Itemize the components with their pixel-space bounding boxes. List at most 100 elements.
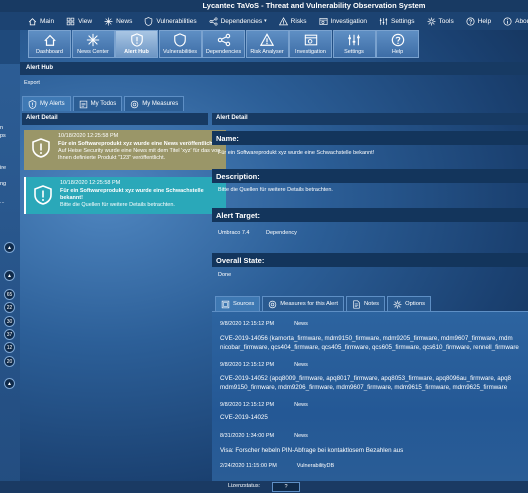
tab-my-todos[interactable]: My Todos xyxy=(72,96,123,111)
investigation-icon xyxy=(319,17,328,25)
menu-item-view[interactable]: View xyxy=(66,17,92,26)
ribbon-investigation-button[interactable]: Investigation xyxy=(289,30,332,58)
ribbon-vulnerabilities-button[interactable]: Vulnerabilities xyxy=(158,30,202,58)
target-name[interactable]: Umbraco 7.4 xyxy=(218,230,250,236)
target-section-header: Alert Target: xyxy=(212,208,528,222)
ribbon-news-center-button[interactable]: News Center xyxy=(71,30,115,58)
alert-icon xyxy=(28,99,37,109)
home-icon xyxy=(28,17,37,25)
alert-card-selected[interactable]: 10/18/2020 12:25:58 PM Für ein Softwarep… xyxy=(24,177,226,214)
todo-icon xyxy=(79,100,87,108)
main-menu-bar: Main View News Vulnerabilities Dependencies ▾… xyxy=(0,12,528,30)
ribbon-risk-analyser-button[interactable]: Risk Analyser xyxy=(245,30,289,58)
ribbon-toolbar: Dashboard News Center Alert Hub Vulnerabili… xyxy=(28,30,528,58)
ribbon-help-button[interactable]: Help xyxy=(376,30,419,58)
source-title[interactable]: CVE-2019-14025 xyxy=(220,413,268,422)
news-icon xyxy=(86,33,100,47)
source-date: 9/8/2020 12:15:12 PM xyxy=(220,402,275,408)
alert-date: 10/18/2020 12:25:58 PM xyxy=(58,133,119,139)
menu-item-investigation[interactable]: Investigation xyxy=(319,17,367,26)
ribbon-dependencies-button[interactable]: Dependencies xyxy=(202,30,245,58)
ribbon-button-label: Help xyxy=(391,49,404,55)
collapse-up-icon[interactable]: ▲ xyxy=(4,378,15,389)
source-type: News xyxy=(294,402,308,408)
menu-item-about[interactable]: About xyxy=(503,16,528,26)
tab-my-measures[interactable]: My Measures xyxy=(124,96,185,111)
gear-icon xyxy=(393,300,402,308)
menu-item-label: Dependencies xyxy=(220,17,263,25)
menu-item-tools[interactable]: Tools xyxy=(427,17,454,26)
collapse-up-icon[interactable]: ▲ xyxy=(4,270,15,281)
grid-icon xyxy=(66,17,75,25)
source-meta: 9/8/2020 12:15:12 PM News xyxy=(220,402,308,408)
count-badge[interactable]: 30 xyxy=(4,315,15,327)
source-title[interactable]: Visa: Forscher hebeln PIN-Abfrage bei ko… xyxy=(220,446,403,455)
menu-item-help[interactable]: Help xyxy=(466,16,491,26)
subtab-options[interactable]: Options xyxy=(387,296,432,311)
source-meta: 9/8/2020 12:15:12 PM News xyxy=(220,362,308,368)
tab-my-alerts[interactable]: My Alerts xyxy=(22,96,71,111)
overall-state-value[interactable]: Done xyxy=(218,272,231,278)
ribbon-button-label: Settings xyxy=(344,49,364,55)
investigation-icon xyxy=(304,34,317,46)
ribbon-settings-button[interactable]: Settings xyxy=(332,30,376,58)
home-icon xyxy=(43,34,56,46)
source-title[interactable]: CVE-2019-14052 (apq8009_firmware, apq801… xyxy=(220,374,511,383)
tab-label: My Alerts xyxy=(40,101,65,107)
menu-item-label: View xyxy=(78,17,93,25)
source-meta: 8/31/2020 1:34:00 PM News xyxy=(220,433,308,439)
count-badge[interactable]: 12 xyxy=(4,342,15,354)
alert-tabs: My Alerts My Todos My Measures xyxy=(22,96,186,111)
menu-item-label: Tools xyxy=(438,17,454,25)
tab-label: My Measures xyxy=(142,101,179,107)
subtab-label: Notes xyxy=(363,301,380,307)
source-type: VulnerabilityDB xyxy=(296,463,335,469)
shield-icon xyxy=(145,16,153,26)
subtab-label: Sources xyxy=(233,301,255,307)
tab-label: My Todos xyxy=(90,101,117,107)
sources-list: 9/8/2020 12:15:12 PM News CVE-2019-14056 (… xyxy=(212,311,528,481)
source-date: 9/8/2020 12:15:12 PM xyxy=(220,321,275,327)
license-status-label: Lizenzstatus: xyxy=(228,483,261,489)
ribbon-button-label: Dashboard xyxy=(36,49,63,55)
export-button[interactable]: Export xyxy=(24,80,40,86)
alert-date: 10/18/2020 12:25:58 PM xyxy=(60,180,121,186)
source-title[interactable]: CVE-2019-14056 (kamorta_firmware, mdm915… xyxy=(220,334,513,343)
menu-item-news[interactable]: News xyxy=(104,17,132,26)
help-icon xyxy=(391,33,404,47)
menu-item-label: About xyxy=(515,17,528,25)
news-icon xyxy=(104,17,113,25)
count-badge[interactable]: 22 xyxy=(4,302,15,314)
dependencies-icon xyxy=(209,17,218,25)
gear-icon xyxy=(427,17,435,25)
menu-item-risks[interactable]: Risks xyxy=(278,16,307,26)
menu-item-label: Settings xyxy=(391,17,415,25)
alert-list-header: Alert Detail xyxy=(22,113,208,125)
ribbon-alert-hub-button[interactable]: Alert Hub xyxy=(115,30,158,58)
alert-card[interactable]: 10/18/2020 12:25:58 PM Für ein Softwarep… xyxy=(24,130,226,170)
chevron-down-icon: ▾ xyxy=(264,18,267,24)
subtab-sources[interactable]: Sources xyxy=(215,296,261,311)
count-badge[interactable]: 65 xyxy=(4,289,15,300)
collapse-up-icon[interactable]: ▲ xyxy=(4,242,15,253)
menu-item-dependencies[interactable]: Dependencies ▾ xyxy=(209,17,267,26)
menu-item-main[interactable]: Main xyxy=(28,17,54,26)
detail-sub-tabs: Sources Measures for this Alert Notes Optio… xyxy=(215,296,433,311)
count-badge[interactable]: 37 xyxy=(4,328,15,340)
subtab-measures-for-this-alert[interactable]: Measures for this Alert xyxy=(262,296,344,311)
ribbon-dashboard-button[interactable]: Dashboard xyxy=(28,30,71,58)
warning-icon xyxy=(278,16,288,25)
window-title: Lycantec TaVoS - Threat and Vulnerabilit… xyxy=(202,1,426,10)
source-date: 9/8/2020 12:15:12 PM xyxy=(220,362,275,368)
source-title-continued: mdm9150_firmware, mdm9206_firmware, mdm9… xyxy=(220,384,508,391)
left-strip-label: ire xyxy=(0,165,7,171)
subtab-label: Measures for this Alert xyxy=(280,301,338,307)
name-section-header: Name: xyxy=(212,131,528,145)
menu-item-settings[interactable]: Settings xyxy=(379,17,415,26)
menu-item-vulnerabilities[interactable]: Vulnerabilities xyxy=(144,16,197,26)
left-strip-header xyxy=(0,30,20,64)
subtab-notes[interactable]: Notes xyxy=(345,296,386,311)
subtab-label: Options xyxy=(405,301,426,307)
count-badge[interactable]: 20 xyxy=(4,355,15,367)
target-type: Dependency xyxy=(266,230,297,236)
